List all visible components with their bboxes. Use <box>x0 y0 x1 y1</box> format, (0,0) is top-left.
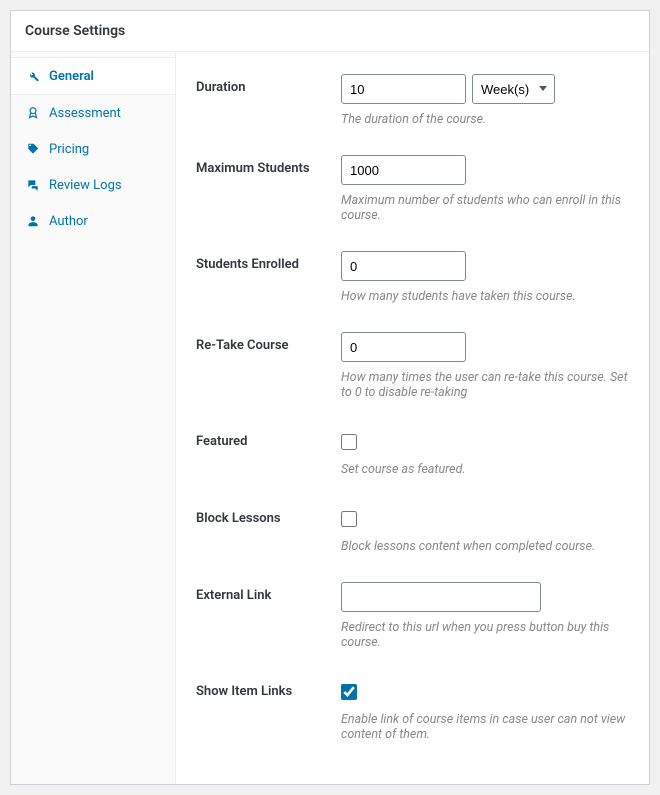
sidebar-tabs: General Assessment Pricing Review Logs <box>11 52 176 784</box>
field-max-students: Maximum Students Maximum number of stude… <box>196 145 629 241</box>
field-desc: Redirect to this url when you press butt… <box>341 620 629 650</box>
field-retake: Re-Take Course How many times the user c… <box>196 322 629 418</box>
field-desc: How many students have taken this course… <box>341 289 629 304</box>
show-item-links-checkbox[interactable] <box>341 684 357 700</box>
field-label: Featured <box>196 428 341 477</box>
students-enrolled-input[interactable] <box>341 251 466 281</box>
field-label: Show Item Links <box>196 678 341 742</box>
field-label: Re-Take Course <box>196 332 341 400</box>
field-featured: Featured Set course as featured. <box>196 418 629 495</box>
tab-label: Author <box>49 214 88 229</box>
field-desc: Set course as featured. <box>341 462 629 477</box>
tab-author[interactable]: Author <box>11 203 175 239</box>
field-label: Maximum Students <box>196 155 341 223</box>
field-desc: How many times the user can re-take this… <box>341 370 629 400</box>
course-settings-panel: Course Settings General Assessment Prici… <box>10 10 650 785</box>
chat-icon <box>25 177 41 193</box>
retake-input[interactable] <box>341 332 466 362</box>
field-duration: Duration Week(s) The duration of the cou… <box>196 64 629 145</box>
max-students-input[interactable] <box>341 155 466 185</box>
wrench-icon <box>25 68 41 84</box>
field-label: Duration <box>196 74 341 127</box>
external-link-input[interactable] <box>341 582 541 612</box>
field-desc: The duration of the course. <box>341 112 629 127</box>
field-block-lessons: Block Lessons Block lessons content when… <box>196 495 629 572</box>
tab-assessment[interactable]: Assessment <box>11 95 175 131</box>
tab-label: Pricing <box>49 142 89 157</box>
field-desc: Block lessons content when completed cou… <box>341 539 629 554</box>
field-label: Students Enrolled <box>196 251 341 304</box>
tab-label: General <box>49 69 94 84</box>
field-label: External Link <box>196 582 341 650</box>
field-show-item-links: Show Item Links Enable link of course it… <box>196 668 629 760</box>
tab-label: Assessment <box>49 106 121 121</box>
featured-checkbox[interactable] <box>341 434 357 450</box>
user-icon <box>25 213 41 229</box>
field-desc: Maximum number of students who can enrol… <box>341 193 629 223</box>
field-desc: Enable link of course items in case user… <box>341 712 629 742</box>
settings-content: Duration Week(s) The duration of the cou… <box>176 52 649 784</box>
duration-unit-select[interactable]: Week(s) <box>472 74 555 104</box>
medal-icon <box>25 105 41 121</box>
tab-general[interactable]: General <box>11 57 175 95</box>
duration-input[interactable] <box>341 74 466 104</box>
field-label: Block Lessons <box>196 505 341 554</box>
panel-title: Course Settings <box>11 11 649 52</box>
tab-review-logs[interactable]: Review Logs <box>11 167 175 203</box>
field-students-enrolled: Students Enrolled How many students have… <box>196 241 629 322</box>
panel-body: General Assessment Pricing Review Logs <box>11 52 649 784</box>
tag-icon <box>25 141 41 157</box>
block-lessons-checkbox[interactable] <box>341 511 357 527</box>
tab-pricing[interactable]: Pricing <box>11 131 175 167</box>
tab-label: Review Logs <box>49 178 122 193</box>
field-external-link: External Link Redirect to this url when … <box>196 572 629 668</box>
